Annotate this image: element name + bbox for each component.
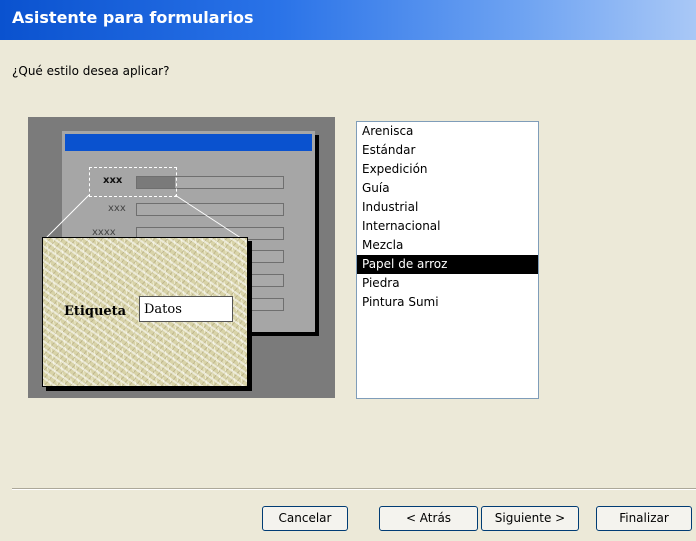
finish-button[interactable]: Finalizar: [596, 506, 692, 531]
sample-field: Datos: [139, 296, 233, 322]
style-texture-sample: Etiqueta Datos: [42, 237, 248, 387]
sample-label: Etiqueta: [64, 304, 127, 319]
style-option[interactable]: Estándar: [357, 141, 538, 160]
style-option[interactable]: Expedición: [357, 160, 538, 179]
preview-row-field: [246, 274, 284, 287]
style-option[interactable]: Pintura Sumi: [357, 293, 538, 312]
style-question: ¿Qué estilo desea aplicar?: [12, 64, 170, 78]
window-title: Asistente para formularios: [12, 8, 254, 27]
style-option-selected[interactable]: Papel de arroz: [357, 255, 538, 274]
style-option[interactable]: Internacional: [357, 217, 538, 236]
preview-row-field: [136, 203, 284, 216]
style-option[interactable]: Industrial: [357, 198, 538, 217]
preview-selection-box: [89, 167, 177, 197]
preview-form-titlebar: [65, 134, 312, 151]
preview-row-field: [246, 298, 284, 311]
preview-row-label: xxx: [108, 203, 126, 214]
back-button[interactable]: < Atrás: [379, 506, 478, 531]
style-option[interactable]: Piedra: [357, 274, 538, 293]
title-bar: Asistente para formularios: [0, 0, 696, 40]
style-listbox[interactable]: Arenisca Estándar Expedición Guía Indust…: [356, 121, 539, 399]
style-option[interactable]: Mezcla: [357, 236, 538, 255]
next-button[interactable]: Siguiente >: [481, 506, 579, 531]
button-separator: [12, 488, 696, 490]
form-wizard-window: Asistente para formularios ¿Qué estilo d…: [0, 0, 696, 541]
style-option[interactable]: Arenisca: [357, 122, 538, 141]
preview-row-field: [246, 250, 284, 263]
cancel-button[interactable]: Cancelar: [262, 506, 348, 531]
style-option[interactable]: Guía: [357, 179, 538, 198]
